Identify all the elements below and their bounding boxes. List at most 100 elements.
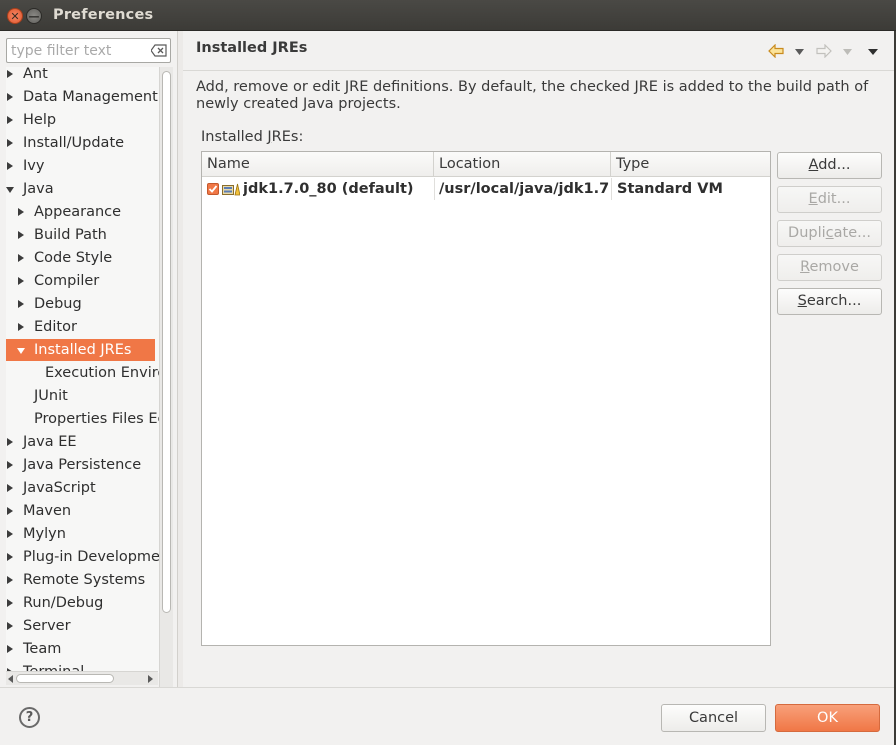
tree-item-label: Build Path	[34, 227, 107, 243]
remove-label: emove	[809, 259, 859, 275]
expand-arrow-icon[interactable]	[7, 484, 13, 492]
tree-item[interactable]: Server	[6, 615, 159, 637]
expand-arrow-icon[interactable]	[7, 139, 13, 147]
expand-arrow-icon[interactable]	[18, 300, 24, 308]
tree-horizontal-scroll-thumb[interactable]	[16, 674, 114, 683]
tree-item[interactable]: Java	[6, 178, 159, 200]
duplicate-mnemonic: c	[825, 225, 834, 241]
ok-button[interactable]: OK	[775, 704, 880, 732]
label-text: Installed	[201, 129, 268, 145]
forward-arrow-icon[interactable]	[816, 44, 832, 58]
default-jre-checkbox[interactable]	[207, 183, 219, 195]
remove-button[interactable]: Remove	[777, 254, 882, 281]
tree-item[interactable]: Installed JREs	[6, 339, 155, 361]
window-title: Preferences	[53, 7, 154, 23]
search-button[interactable]: Search...	[777, 288, 882, 315]
add-label: dd...	[818, 157, 851, 173]
expand-arrow-icon[interactable]	[7, 116, 13, 124]
tree-item[interactable]: Ivy	[6, 155, 159, 177]
column-header-location[interactable]: Location	[434, 152, 611, 177]
expand-arrow-icon[interactable]	[7, 553, 13, 561]
tree-item[interactable]: Code Style	[6, 247, 159, 269]
clear-filter-icon[interactable]	[151, 44, 167, 57]
expand-arrow-icon[interactable]	[7, 70, 13, 78]
jre-location-cell: /usr/local/java/jdk1.7.0_80	[439, 181, 609, 197]
tree-item[interactable]: Debug	[6, 293, 159, 315]
tree-item[interactable]: Run/Debug	[6, 592, 159, 614]
tree-item-label: Remote Systems	[23, 572, 146, 588]
title-bar: ✕ — Preferences	[0, 0, 896, 31]
tree-horizontal-scrollbar[interactable]	[6, 671, 158, 685]
back-arrow-icon[interactable]	[768, 44, 784, 58]
tree-item[interactable]: Help	[6, 109, 159, 131]
tree-item-label: Run/Debug	[23, 595, 104, 611]
filter-input[interactable]	[11, 42, 147, 60]
tree-item[interactable]: Ant	[6, 67, 159, 85]
column-separator	[611, 178, 612, 200]
dialog-button-bar: ? Cancel OK	[0, 687, 896, 745]
preferences-navigation: Ant Data Management Help Install/Update Ivy J…	[0, 31, 177, 699]
back-dropdown-icon[interactable]	[795, 49, 804, 55]
jre-type-cell: Standard VM	[617, 181, 723, 197]
tree-item-label: Install/Update	[23, 135, 125, 151]
duplicate-button[interactable]: Duplicate...	[777, 220, 882, 247]
tree-item[interactable]: Data Management	[6, 86, 159, 108]
tree-item[interactable]: Plug-in Developmen	[6, 546, 159, 568]
edit-button[interactable]: Edit...	[777, 186, 882, 213]
tree-item[interactable]: Remote Systems	[6, 569, 159, 591]
cancel-button[interactable]: Cancel	[661, 704, 766, 732]
collapse-arrow-icon[interactable]	[17, 348, 25, 354]
expand-arrow-icon[interactable]	[18, 277, 24, 285]
table-row[interactable]: jdk1.7.0_80 (default) /usr/local/java/jd…	[202, 178, 770, 200]
tree-item[interactable]: Mylyn	[6, 523, 159, 545]
tree-vertical-scrollbar[interactable]	[159, 67, 173, 699]
expand-arrow-icon[interactable]	[18, 254, 24, 262]
tree-vertical-scroll-thumb[interactable]	[162, 71, 171, 613]
expand-arrow-icon[interactable]	[18, 208, 24, 216]
expand-arrow-icon[interactable]	[7, 530, 13, 538]
edit-label: dit...	[817, 191, 851, 207]
tree-item[interactable]: Maven	[6, 500, 159, 522]
expand-arrow-icon[interactable]	[7, 438, 13, 446]
tree-item[interactable]: Team	[6, 638, 159, 660]
minimize-window-button[interactable]: —	[26, 8, 42, 24]
tree-item[interactable]: Compiler	[6, 270, 159, 292]
expand-arrow-icon[interactable]	[7, 576, 13, 584]
expand-arrow-icon[interactable]	[7, 162, 13, 170]
column-header-type[interactable]: Type	[611, 152, 770, 177]
scroll-right-arrow-icon[interactable]	[148, 675, 153, 683]
add-button[interactable]: Add...	[777, 152, 882, 179]
preferences-window: Ant Data Management Help Install/Update Ivy J…	[0, 31, 896, 745]
installed-jres-table[interactable]: Name Location Type jdk1.7.0_80 (default)	[201, 151, 771, 646]
tree-item[interactable]: Editor	[6, 316, 159, 338]
column-header-name[interactable]: Name	[202, 152, 434, 177]
tree-item[interactable]: Execution Enviro	[6, 362, 159, 384]
scroll-left-arrow-icon[interactable]	[8, 675, 13, 683]
expand-arrow-icon[interactable]	[7, 461, 13, 469]
tree-item[interactable]: Java Persistence	[6, 454, 159, 476]
tree-item[interactable]: Install/Update	[6, 132, 159, 154]
expand-arrow-icon[interactable]	[7, 599, 13, 607]
search-label: earch...	[806, 293, 862, 309]
expand-arrow-icon[interactable]	[18, 231, 24, 239]
tree-item[interactable]: Properties Files Ec	[6, 408, 159, 430]
tree-item-label: Debug	[34, 296, 82, 312]
expand-arrow-icon[interactable]	[7, 93, 13, 101]
tree-item[interactable]: Build Path	[6, 224, 159, 246]
tree-item[interactable]: JavaScript	[6, 477, 159, 499]
tree-item[interactable]: Java EE	[6, 431, 159, 453]
tree-item[interactable]: JUnit	[6, 385, 159, 407]
tree-item-label: Plug-in Developmen	[23, 549, 159, 565]
expand-arrow-icon[interactable]	[18, 323, 24, 331]
close-window-button[interactable]: ✕	[7, 8, 23, 24]
duplicate-label-start: Dupli	[788, 225, 826, 241]
help-icon[interactable]: ?	[19, 707, 40, 728]
expand-arrow-icon[interactable]	[7, 507, 13, 515]
tree-item[interactable]: Appearance	[6, 201, 159, 223]
collapse-arrow-icon[interactable]	[6, 187, 14, 193]
expand-arrow-icon[interactable]	[7, 645, 13, 653]
view-menu-icon[interactable]	[868, 49, 878, 55]
tree-item-label: Ant	[23, 67, 48, 82]
expand-arrow-icon[interactable]	[7, 622, 13, 630]
forward-dropdown-icon[interactable]	[843, 49, 852, 55]
